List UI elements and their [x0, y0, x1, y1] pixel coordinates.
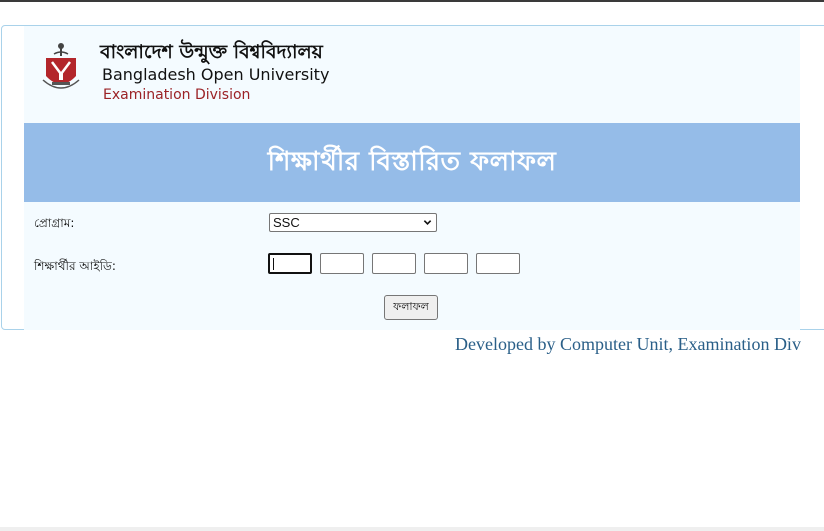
bottom-band: [0, 527, 824, 531]
program-select[interactable]: SSC: [269, 213, 437, 232]
top-divider: [0, 0, 824, 2]
developer-credit: Developed by Computer Unit, Examination …: [455, 334, 801, 354]
university-crest-icon: [42, 43, 80, 89]
student-id-field-3[interactable]: [372, 253, 416, 274]
student-id-field-1[interactable]: [268, 253, 312, 274]
text-cursor: [273, 258, 274, 270]
student-id-label: শিক্ষার্থীর আইডি:: [34, 259, 116, 273]
student-id-field-5[interactable]: [476, 253, 520, 274]
university-header: বাংলাদেশ উন্মুক্ত বিশ্ববিদ্যালয় Banglad…: [24, 26, 800, 122]
page-title-banner: শিক্ষার্থীর বিস্তারিত ফলাফল: [24, 123, 800, 202]
chevron-down-icon: [423, 220, 432, 225]
program-label: প্রোগ্রাম:: [34, 216, 75, 230]
division-name: Examination Division: [103, 87, 251, 103]
result-panel-content: বাংলাদেশ উন্মুক্ত বিশ্ববিদ্যালয় Banglad…: [24, 26, 800, 330]
show-result-button[interactable]: ফলাফল: [384, 295, 438, 320]
page-title: শিক্ষার্থীর বিস্তারিত ফলাফল: [267, 146, 557, 177]
program-selected-value: SSC: [273, 215, 300, 230]
student-id-field-2[interactable]: [320, 253, 364, 274]
university-name-english: Bangladesh Open University: [102, 65, 330, 84]
student-id-field-4[interactable]: [424, 253, 468, 274]
